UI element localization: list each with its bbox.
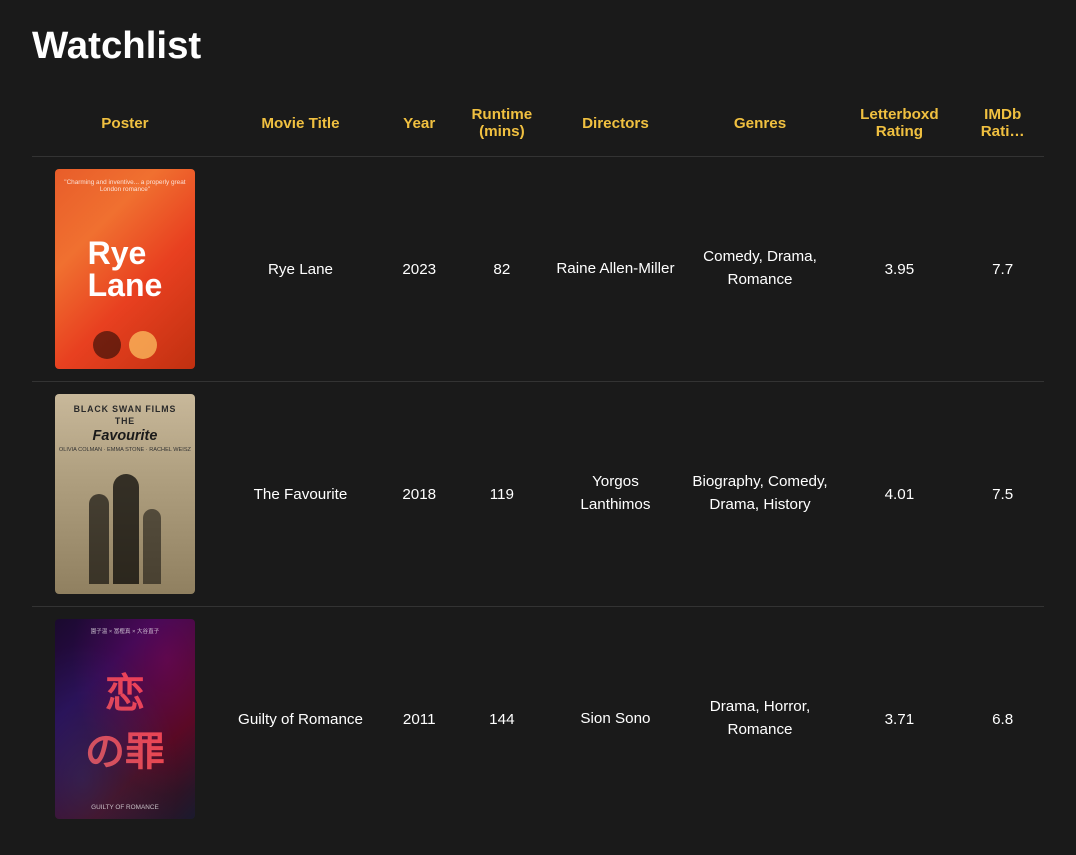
table-header-row: Poster Movie Title Year Runtime (mins) D… xyxy=(32,96,1044,157)
movie-runtime-favourite: 119 xyxy=(455,382,548,607)
col-header-year: Year xyxy=(383,96,455,157)
movie-title-guilty: Guilty of Romance xyxy=(218,607,383,832)
poster-rye-lane: "Charming and inventive... a properly gr… xyxy=(55,169,195,369)
page-title: Watchlist xyxy=(32,24,1044,68)
movie-title-favourite: The Favourite xyxy=(218,382,383,607)
movie-genres-favourite: Biography, Comedy, Drama, History xyxy=(683,382,838,607)
poster-cell-rye-lane: "Charming and inventive... a properly gr… xyxy=(32,157,218,382)
movie-runtime-guilty: 144 xyxy=(455,607,548,832)
movie-runtime-rye-lane: 82 xyxy=(455,157,548,382)
col-header-imdb: IMDb Rati… xyxy=(961,96,1044,157)
col-header-title: Movie Title xyxy=(218,96,383,157)
col-header-runtime: Runtime (mins) xyxy=(455,96,548,157)
col-header-directors: Directors xyxy=(548,96,682,157)
col-header-poster: Poster xyxy=(32,96,218,157)
movie-year-rye-lane: 2023 xyxy=(383,157,455,382)
movie-director-guilty: Sion Sono xyxy=(548,607,682,832)
movie-director-favourite: Yorgos Lanthimos xyxy=(548,382,682,607)
table-row: BLACK SWAN FILMS The Favourite OLIVIA CO… xyxy=(32,382,1044,607)
movie-imdb-favourite: 7.5 xyxy=(961,382,1044,607)
col-header-letterboxd: Letterboxd Rating xyxy=(837,96,961,157)
movie-year-favourite: 2018 xyxy=(383,382,455,607)
movie-imdb-guilty: 6.8 xyxy=(961,607,1044,832)
movie-genres-guilty: Drama, Horror, Romance xyxy=(683,607,838,832)
movies-table: Poster Movie Title Year Runtime (mins) D… xyxy=(32,96,1044,831)
movie-lbxd-rye-lane: 3.95 xyxy=(837,157,961,382)
movie-lbxd-guilty: 3.71 xyxy=(837,607,961,832)
poster-guilty: 園子温 × 冨樫真 × 大谷直子 恋の罪 GUILTY OF ROMANCE xyxy=(55,619,195,819)
table-row: 園子温 × 冨樫真 × 大谷直子 恋の罪 GUILTY OF ROMANCE G… xyxy=(32,607,1044,832)
movie-director-rye-lane: Raine Allen-Miller xyxy=(548,157,682,382)
movie-year-guilty: 2011 xyxy=(383,607,455,832)
movie-lbxd-favourite: 4.01 xyxy=(837,382,961,607)
col-header-genres: Genres xyxy=(683,96,838,157)
poster-favourite: BLACK SWAN FILMS The Favourite OLIVIA CO… xyxy=(55,394,195,594)
page-wrapper: Watchlist Poster Movie Title Year Runtim… xyxy=(0,0,1076,855)
table-row: "Charming and inventive... a properly gr… xyxy=(32,157,1044,382)
movie-title-rye-lane: Rye Lane xyxy=(218,157,383,382)
movie-genres-rye-lane: Comedy, Drama, Romance xyxy=(683,157,838,382)
poster-cell-guilty: 園子温 × 冨樫真 × 大谷直子 恋の罪 GUILTY OF ROMANCE xyxy=(32,607,218,832)
table-container: Poster Movie Title Year Runtime (mins) D… xyxy=(32,96,1044,831)
poster-cell-favourite: BLACK SWAN FILMS The Favourite OLIVIA CO… xyxy=(32,382,218,607)
movie-imdb-rye-lane: 7.7 xyxy=(961,157,1044,382)
